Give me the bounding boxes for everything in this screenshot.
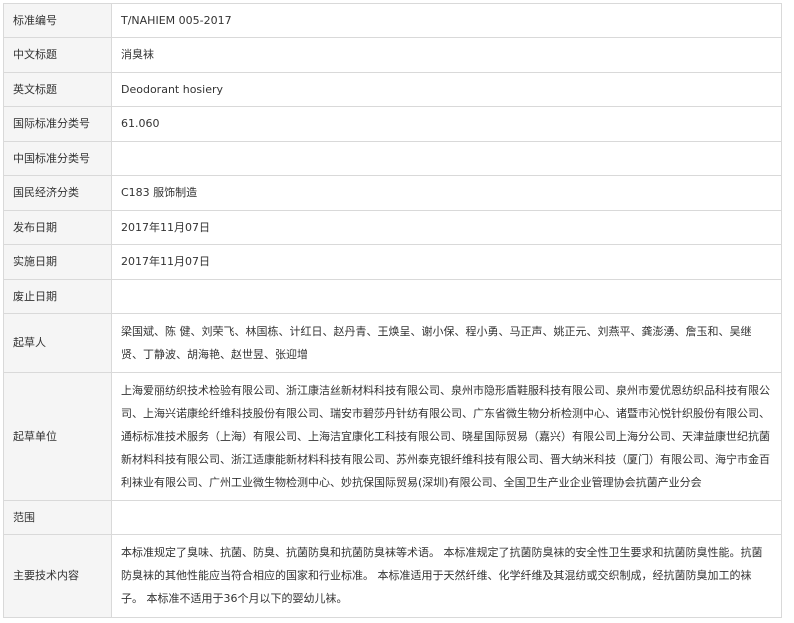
row-label: 废止日期 (3, 279, 112, 314)
table-row: 范围 (3, 500, 782, 535)
table-row: 国民经济分类 C183 服饰制造 (3, 175, 782, 211)
row-value: T/NAHIEM 005-2017 (111, 3, 782, 38)
table-row: 英文标题 Deodorant hosiery (3, 72, 782, 107)
row-label: 标准编号 (3, 3, 112, 38)
row-value: 上海爱丽纺织技术检验有限公司、浙江康洁丝新材料科技有限公司、泉州市隐形盾鞋服科技… (111, 372, 782, 501)
row-value: Deodorant hosiery (111, 72, 782, 107)
table-row: 国际标准分类号 61.060 (3, 106, 782, 142)
row-value (111, 279, 782, 314)
table-row: 废止日期 (3, 279, 782, 314)
row-value: 梁国斌、陈 健、刘荣飞、林国栋、计红日、赵丹青、王焕呈、谢小保、程小勇、马正声、… (111, 313, 782, 373)
row-value: C183 服饰制造 (111, 175, 782, 211)
row-value: 2017年11月07日 (111, 210, 782, 245)
row-label: 国民经济分类 (3, 175, 112, 211)
row-value (111, 141, 782, 176)
row-label: 范围 (3, 500, 112, 535)
row-value (111, 500, 782, 535)
row-label: 起草单位 (3, 372, 112, 501)
table-row: 中国标准分类号 (3, 141, 782, 176)
table-row: 实施日期 2017年11月07日 (3, 244, 782, 280)
row-label: 国际标准分类号 (3, 106, 112, 142)
table-row: 起草人 梁国斌、陈 健、刘荣飞、林国栋、计红日、赵丹青、王焕呈、谢小保、程小勇、… (3, 313, 782, 373)
row-label: 实施日期 (3, 244, 112, 280)
standard-info-table: 标准编号 T/NAHIEM 005-2017 中文标题 消臭袜 英文标题 Deo… (3, 3, 782, 618)
row-label: 起草人 (3, 313, 112, 373)
row-label: 英文标题 (3, 72, 112, 107)
row-value: 2017年11月07日 (111, 244, 782, 280)
row-label: 中文标题 (3, 37, 112, 73)
table-row: 标准编号 T/NAHIEM 005-2017 (3, 3, 782, 38)
row-label: 中国标准分类号 (3, 141, 112, 176)
table-row: 主要技术内容 本标准规定了臭味、抗菌、防臭、抗菌防臭和抗菌防臭袜等术语。 本标准… (3, 534, 782, 618)
row-label: 发布日期 (3, 210, 112, 245)
row-label: 主要技术内容 (3, 534, 112, 618)
row-value: 本标准规定了臭味、抗菌、防臭、抗菌防臭和抗菌防臭袜等术语。 本标准规定了抗菌防臭… (111, 534, 782, 618)
row-value: 61.060 (111, 106, 782, 142)
table-row: 中文标题 消臭袜 (3, 37, 782, 73)
table-row: 发布日期 2017年11月07日 (3, 210, 782, 245)
table-row: 起草单位 上海爱丽纺织技术检验有限公司、浙江康洁丝新材料科技有限公司、泉州市隐形… (3, 372, 782, 501)
row-value: 消臭袜 (111, 37, 782, 73)
